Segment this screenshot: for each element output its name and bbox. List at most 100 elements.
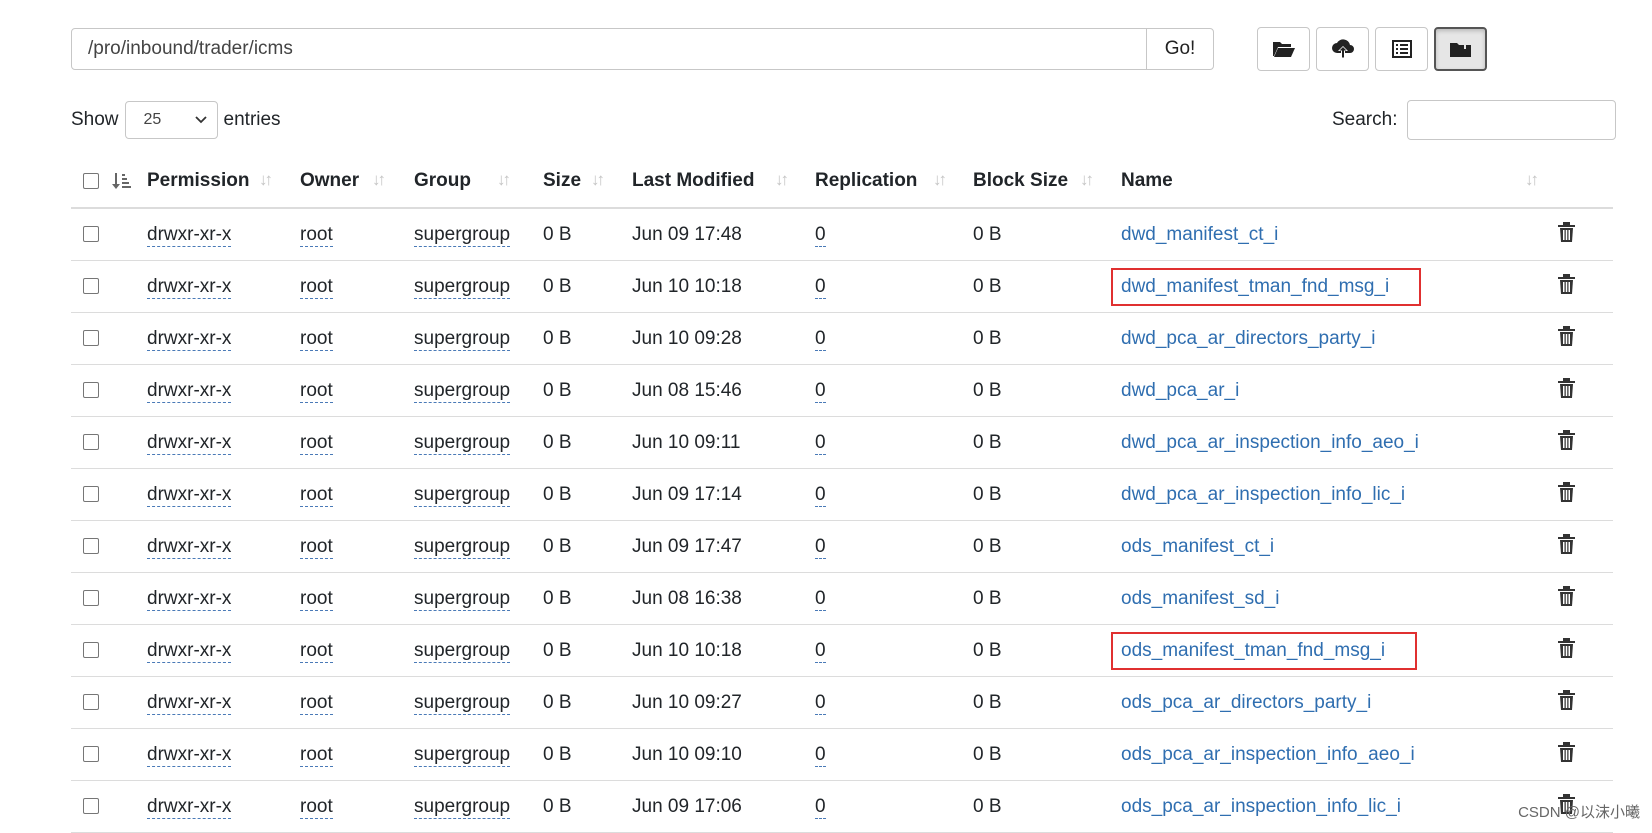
trash-icon[interactable] <box>1558 325 1575 346</box>
replication-value[interactable]: 0 <box>815 535 826 559</box>
column-permission[interactable]: Permission ↓↑ <box>147 155 300 209</box>
permission-value[interactable]: drwxr-xr-x <box>147 431 232 455</box>
file-name-link[interactable]: ods_pca_ar_inspection_info_lic_i <box>1121 796 1401 817</box>
trash-icon[interactable] <box>1558 481 1575 502</box>
owner-value[interactable]: root <box>300 275 333 299</box>
permission-value[interactable]: drwxr-xr-x <box>147 535 232 559</box>
file-name-link[interactable]: ods_manifest_sd_i <box>1121 588 1279 609</box>
file-name-link[interactable]: dwd_pca_ar_i <box>1121 380 1239 401</box>
replication-value[interactable]: 0 <box>815 795 826 819</box>
owner-value[interactable]: root <box>300 483 333 507</box>
permission-value[interactable]: drwxr-xr-x <box>147 795 232 819</box>
column-group[interactable]: Group ↓↑ <box>414 155 543 209</box>
owner-value[interactable]: root <box>300 691 333 715</box>
replication-value[interactable]: 0 <box>815 275 826 299</box>
path-input[interactable]: /pro/inbound/trader/icms <box>72 29 1146 69</box>
file-name-link[interactable]: ods_manifest_tman_fnd_msg_i <box>1121 640 1385 661</box>
trash-icon[interactable] <box>1558 533 1575 554</box>
replication-value[interactable]: 0 <box>815 483 826 507</box>
create-directory-button[interactable] <box>1257 27 1310 71</box>
cut-paste-button[interactable] <box>1434 27 1487 71</box>
group-value[interactable]: supergroup <box>414 327 511 351</box>
replication-value[interactable]: 0 <box>815 327 826 351</box>
row-checkbox[interactable] <box>83 434 99 451</box>
row-checkbox[interactable] <box>83 538 99 555</box>
owner-value[interactable]: root <box>300 327 333 351</box>
replication-value[interactable]: 0 <box>815 379 826 403</box>
trash-icon[interactable] <box>1558 585 1575 606</box>
trash-icon[interactable] <box>1558 689 1575 710</box>
group-value[interactable]: supergroup <box>414 587 511 611</box>
group-value[interactable]: supergroup <box>414 379 511 403</box>
trash-icon[interactable] <box>1558 221 1575 242</box>
file-name-link[interactable]: ods_pca_ar_directors_party_i <box>1121 692 1371 713</box>
owner-value[interactable]: root <box>300 743 333 767</box>
file-name-link[interactable]: dwd_pca_ar_inspection_info_lic_i <box>1121 484 1405 505</box>
group-value[interactable]: supergroup <box>414 431 511 455</box>
replication-value[interactable]: 0 <box>815 691 826 715</box>
table-row[interactable]: drwxr-xr-x root supergroup 0 B Jun 09 17:14 0… <box>71 468 1613 521</box>
group-value[interactable]: supergroup <box>414 535 511 559</box>
replication-value[interactable]: 0 <box>815 431 826 455</box>
table-row[interactable]: drwxr-xr-x root supergroup 0 B Jun 10 09:10 0… <box>71 728 1613 781</box>
column-last-modified[interactable]: Last Modified ↓↑ <box>632 155 815 209</box>
row-checkbox[interactable] <box>83 486 99 503</box>
column-size[interactable]: Size ↓↑ <box>543 155 632 209</box>
file-name-link[interactable]: ods_pca_ar_inspection_info_aeo_i <box>1121 744 1415 765</box>
group-value[interactable]: supergroup <box>414 639 511 663</box>
table-row[interactable]: drwxr-xr-x root supergroup 0 B Jun 10 09:27 0… <box>71 676 1613 729</box>
group-value[interactable]: supergroup <box>414 795 511 819</box>
table-row[interactable]: drwxr-xr-x root supergroup 0 B Jun 09 17:47 0… <box>71 520 1613 573</box>
column-replication[interactable]: Replication ↓↑ <box>815 155 973 209</box>
permission-value[interactable]: drwxr-xr-x <box>147 223 232 247</box>
select-all-checkbox[interactable] <box>83 172 99 189</box>
column-block-size[interactable]: Block Size ↓↑ <box>973 155 1121 209</box>
row-checkbox[interactable] <box>83 226 99 243</box>
owner-value[interactable]: root <box>300 587 333 611</box>
replication-value[interactable]: 0 <box>815 223 826 247</box>
file-name-link[interactable]: dwd_manifest_ct_i <box>1121 224 1278 245</box>
row-checkbox[interactable] <box>83 746 99 763</box>
permission-value[interactable]: drwxr-xr-x <box>147 379 232 403</box>
owner-value[interactable]: root <box>300 431 333 455</box>
row-checkbox[interactable] <box>83 798 99 815</box>
row-checkbox[interactable] <box>83 642 99 659</box>
column-owner[interactable]: Owner ↓↑ <box>300 155 414 209</box>
trash-icon[interactable] <box>1558 273 1575 294</box>
permission-value[interactable]: drwxr-xr-x <box>147 639 232 663</box>
table-row[interactable]: drwxr-xr-x root supergroup 0 B Jun 10 10:18 0… <box>71 260 1613 313</box>
owner-value[interactable]: root <box>300 639 333 663</box>
table-row[interactable]: drwxr-xr-x root supergroup 0 B Jun 08 16:38 0… <box>71 572 1613 625</box>
owner-value[interactable]: root <box>300 795 333 819</box>
row-checkbox[interactable] <box>83 382 99 399</box>
group-value[interactable]: supergroup <box>414 223 511 247</box>
trash-icon[interactable] <box>1558 637 1575 658</box>
file-name-link[interactable]: ods_manifest_ct_i <box>1121 536 1274 557</box>
row-checkbox[interactable] <box>83 694 99 711</box>
table-row[interactable]: drwxr-xr-x root supergroup 0 B Jun 10 09:11 0… <box>71 416 1613 469</box>
permission-value[interactable]: drwxr-xr-x <box>147 275 232 299</box>
trash-icon[interactable] <box>1558 429 1575 450</box>
group-value[interactable]: supergroup <box>414 743 511 767</box>
permission-value[interactable]: drwxr-xr-x <box>147 743 232 767</box>
group-value[interactable]: supergroup <box>414 483 511 507</box>
trash-icon[interactable] <box>1558 377 1575 398</box>
permission-value[interactable]: drwxr-xr-x <box>147 327 232 351</box>
group-value[interactable]: supergroup <box>414 275 511 299</box>
owner-value[interactable]: root <box>300 379 333 403</box>
replication-value[interactable]: 0 <box>815 587 826 611</box>
column-name[interactable]: Name ↓↑ <box>1121 155 1558 209</box>
replication-value[interactable]: 0 <box>815 743 826 767</box>
owner-value[interactable]: root <box>300 223 333 247</box>
trash-icon[interactable] <box>1558 741 1575 762</box>
row-checkbox[interactable] <box>83 330 99 347</box>
permission-value[interactable]: drwxr-xr-x <box>147 587 232 611</box>
owner-value[interactable]: root <box>300 535 333 559</box>
table-row[interactable]: drwxr-xr-x root supergroup 0 B Jun 10 09:28 0… <box>71 312 1613 365</box>
search-input[interactable] <box>1407 100 1617 140</box>
go-button[interactable]: Go! <box>1146 29 1213 69</box>
row-checkbox[interactable] <box>83 278 99 295</box>
file-name-link[interactable]: dwd_pca_ar_inspection_info_aeo_i <box>1121 432 1419 453</box>
list-view-button[interactable] <box>1375 27 1428 71</box>
row-checkbox[interactable] <box>83 590 99 607</box>
